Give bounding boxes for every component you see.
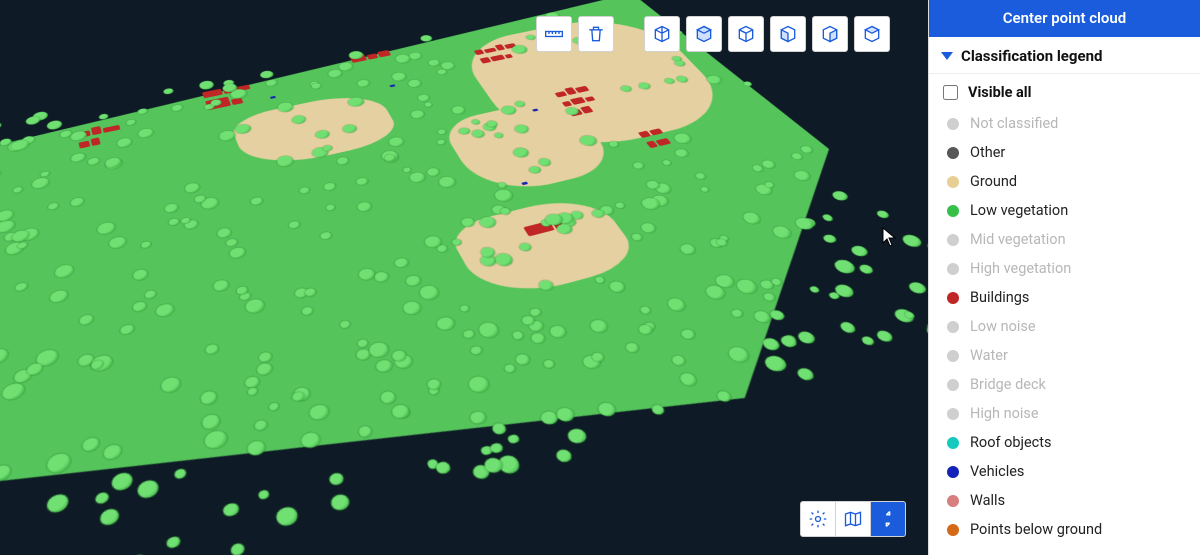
collapse-button[interactable] (870, 501, 906, 537)
cube-top-icon (694, 24, 714, 44)
visible-all-checkbox[interactable] (943, 85, 958, 100)
viewport-controls (801, 501, 906, 537)
view-top-button[interactable] (686, 16, 722, 52)
legend-label: Buildings (970, 289, 1029, 306)
cube-front-icon (736, 24, 756, 44)
legend-swatch (947, 321, 959, 333)
legend-item-buildings[interactable]: Buildings (929, 283, 1200, 312)
legend-swatch (947, 437, 959, 449)
legend-swatch (947, 263, 959, 275)
legend-label: High noise (970, 405, 1039, 422)
legend-item-low-noise[interactable]: Low noise (929, 312, 1200, 341)
legend-swatch (947, 408, 959, 420)
legend-swatch (947, 524, 959, 536)
measure-button[interactable] (536, 16, 572, 52)
minimap-button[interactable] (835, 501, 871, 537)
legend-list: Not classified Other Ground Low vegetation M… (929, 107, 1200, 552)
legend-item-roof-objects[interactable]: Roof objects (929, 428, 1200, 457)
cube-right-icon (820, 24, 840, 44)
chevron-down-icon (941, 52, 953, 60)
legend-label: Roof objects (970, 434, 1052, 451)
legend-swatch (947, 379, 959, 391)
legend-header[interactable]: Classification legend (929, 37, 1200, 74)
legend-swatch (947, 118, 959, 130)
legend-item-ground[interactable]: Ground (929, 167, 1200, 196)
legend-swatch (947, 205, 959, 217)
legend-item-high-vegetation[interactable]: High vegetation (929, 254, 1200, 283)
legend-swatch (947, 292, 959, 304)
center-point-cloud-button[interactable]: Center point cloud (929, 0, 1200, 37)
ruler-icon (544, 24, 564, 44)
legend-label: Vehicles (970, 463, 1024, 480)
legend-item-other[interactable]: Other (929, 138, 1200, 167)
settings-button[interactable] (800, 501, 836, 537)
legend-label: Water (970, 347, 1008, 364)
view-right-button[interactable] (812, 16, 848, 52)
legend-title: Classification legend (961, 47, 1102, 65)
legend-label: Points below ground (970, 521, 1102, 538)
legend-item-high-noise[interactable]: High noise (929, 399, 1200, 428)
legend-swatch (947, 495, 959, 507)
legend-item-water[interactable]: Water (929, 341, 1200, 370)
view-front-button[interactable] (728, 16, 764, 52)
map-icon (843, 509, 863, 529)
gear-icon (808, 509, 828, 529)
cube-back-icon (862, 24, 882, 44)
legend-label: Not classified (970, 115, 1058, 132)
collapse-icon (878, 509, 898, 529)
legend-item-walls[interactable]: Walls (929, 486, 1200, 515)
sidebar: Center point cloud Classification legend… (928, 0, 1200, 555)
legend-swatch (947, 350, 959, 362)
legend-swatch (947, 234, 959, 246)
legend-label: Bridge deck (970, 376, 1046, 393)
legend-label: Mid vegetation (970, 231, 1066, 248)
app-root: Center point cloud Classification legend… (0, 0, 1200, 555)
legend-item-low-vegetation[interactable]: Low vegetation (929, 196, 1200, 225)
legend-label: Ground (970, 173, 1017, 190)
legend-item-vehicles[interactable]: Vehicles (929, 457, 1200, 486)
visible-all-label: Visible all (968, 84, 1031, 101)
view-toolbar (536, 16, 890, 52)
visible-all-row[interactable]: Visible all (929, 74, 1200, 107)
point-cloud-viewport[interactable] (0, 0, 928, 555)
cube-iso-icon (652, 24, 672, 44)
legend-item-mid-vegetation[interactable]: Mid vegetation (929, 225, 1200, 254)
view-back-button[interactable] (854, 16, 890, 52)
legend-item-points-below-ground[interactable]: Points below ground (929, 515, 1200, 544)
legend-label: Other (970, 144, 1005, 161)
trash-icon (586, 24, 606, 44)
legend-swatch (947, 147, 959, 159)
legend-label: Walls (970, 492, 1005, 509)
legend-label: Low noise (970, 318, 1036, 335)
cube-left-icon (778, 24, 798, 44)
legend-item-not-classified[interactable]: Not classified (929, 109, 1200, 138)
terrain-render (0, 0, 928, 555)
legend-item-bridge-deck[interactable]: Bridge deck (929, 370, 1200, 399)
legend-label: High vegetation (970, 260, 1071, 277)
view-left-button[interactable] (770, 16, 806, 52)
view-iso-button[interactable] (644, 16, 680, 52)
legend-label: Low vegetation (970, 202, 1068, 219)
legend-swatch (947, 466, 959, 478)
legend-swatch (947, 176, 959, 188)
delete-button[interactable] (578, 16, 614, 52)
